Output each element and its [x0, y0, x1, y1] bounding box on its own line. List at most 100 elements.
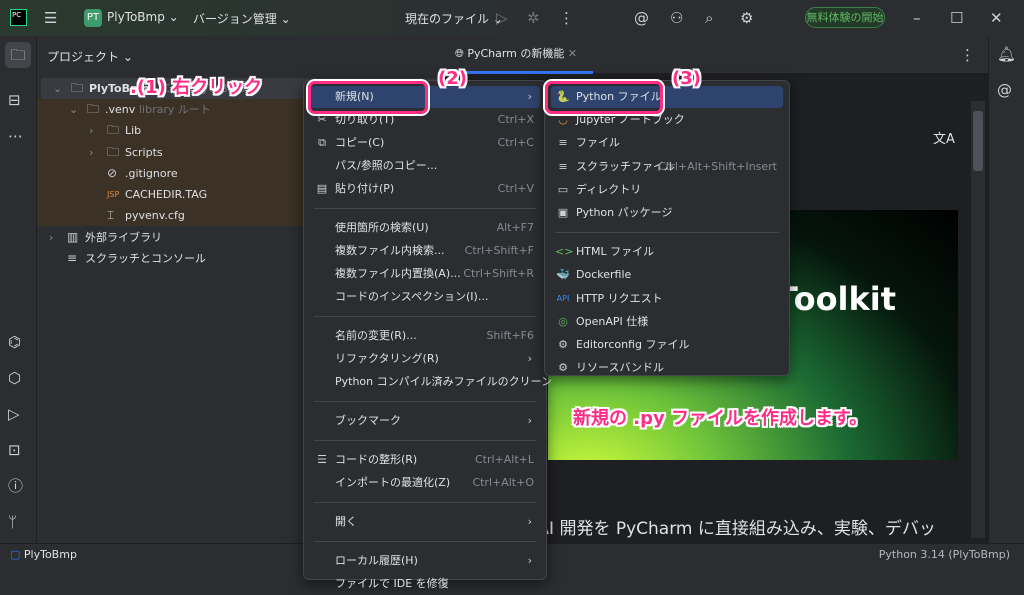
menu-item[interactable]: 開く ›: [310, 511, 540, 533]
menu-item[interactable]: コードのインスペクション(I)...: [310, 286, 540, 308]
folder-icon: 🗀: [87, 102, 100, 116]
more-icon[interactable]: ⋮: [559, 8, 574, 28]
menu-item-label: Python コンパイル済みファイルのクリーン: [335, 375, 553, 388]
packages-icon[interactable]: ⬡: [8, 368, 21, 388]
menu-item[interactable]: ▤ 貼り付け(P) Ctrl+V: [310, 178, 540, 200]
minimize-icon[interactable]: –: [913, 8, 921, 28]
right-tool-strip: 🔔︎ @: [988, 36, 1024, 543]
menu-item[interactable]: リファクタリング(R) ›: [310, 348, 540, 370]
menu-item[interactable]: ファイルで IDE を修復: [310, 573, 540, 595]
menu-item-label: HTTP リクエスト: [576, 291, 663, 305]
project-folder-icon[interactable]: 🗀: [5, 42, 31, 68]
main-menu-icon[interactable]: ☰: [44, 8, 57, 28]
menu-item-label: ファイル: [576, 136, 620, 150]
status-project[interactable]: ▢ PlyToBmp: [10, 548, 77, 561]
python-console-icon[interactable]: ⌬: [8, 332, 21, 352]
menu-item[interactable]: ⧉ コピー(C) Ctrl+C: [310, 132, 540, 154]
menu-item[interactable]: 使用箇所の検索(U) Alt+F7: [310, 217, 540, 239]
menu-item[interactable]: Python コンパイル済みファイルのクリーン: [310, 371, 552, 393]
menu-item[interactable]: <> HTML ファイル: [551, 241, 783, 263]
editor-body-text: は AI 開発を PyCharm に直接組み込み、実験、デバッ: [515, 519, 936, 539]
trial-button[interactable]: 無料体験の開始: [805, 7, 885, 28]
translate-icon[interactable]: 文A: [933, 128, 955, 147]
expander-icon[interactable]: ⌄: [53, 78, 62, 99]
expander-icon[interactable]: ⌄: [69, 99, 78, 120]
menu-item-shortcut: Ctrl+X: [497, 113, 534, 126]
vcs-selector[interactable]: バージョン管理 ⌄: [193, 10, 291, 27]
tree-item-label: Lib: [125, 124, 142, 137]
tree-item-label: CACHEDIR.TAG: [125, 188, 208, 201]
maximize-icon[interactable]: ☐: [950, 8, 963, 28]
menu-item-label: コードのインスペクション(I)...: [335, 290, 489, 303]
menu-item-label: 複数ファイル内検索...: [335, 244, 445, 257]
menu-item-label: インポートの最適化(Z): [335, 476, 451, 489]
ai-assistant-icon[interactable]: @: [634, 8, 649, 28]
notifications-icon[interactable]: 🔔︎: [997, 44, 1016, 64]
run-icon[interactable]: ▷: [496, 8, 508, 28]
menu-item[interactable]: ☰ コードの整形(R) Ctrl+Alt+L: [310, 449, 540, 471]
scrollbar[interactable]: [971, 101, 985, 538]
menu-item[interactable]: パス/参照のコピー...: [310, 155, 540, 177]
menu-item[interactable]: ▭ ディレクトリ: [551, 179, 783, 201]
services-icon[interactable]: ▷: [8, 404, 20, 424]
menu-item[interactable]: ブックマーク ›: [310, 410, 540, 432]
more-tools-icon[interactable]: ⋯: [8, 126, 23, 146]
menu-item-shortcut: Shift+F6: [486, 329, 534, 342]
menu-item-label: 貼り付け(P): [335, 182, 395, 195]
library-icon: ▥: [67, 230, 79, 244]
tree-item-label: Scripts: [125, 146, 163, 159]
ai-chat-icon[interactable]: @: [997, 80, 1012, 100]
terminal-icon[interactable]: ⊡: [8, 440, 21, 460]
menu-item-label: OpenAPI 仕様: [576, 314, 649, 328]
status-interpreter[interactable]: Python 3.14 (PlyToBmp): [879, 548, 1010, 561]
menu-item[interactable]: 複数ファイル内検索... Ctrl+Shift+F: [310, 240, 540, 262]
project-square-icon: ▢: [10, 548, 21, 561]
left-tool-strip: 🗀 ⊟ ⋯ ⌬ ⬡ ▷ ⊡ ⓘ ᛘ: [0, 36, 37, 543]
menu-item[interactable]: ローカル履歴(H) ›: [310, 550, 540, 572]
menu-item[interactable]: 名前の変更(R)... Shift+F6: [310, 325, 540, 347]
git-icon[interactable]: ᛘ: [8, 512, 17, 532]
menu-item[interactable]: 複数ファイル内置換(A)... Ctrl+Shift+R: [310, 263, 540, 285]
search-icon[interactable]: ⌕: [705, 8, 713, 28]
project-panel-title[interactable]: プロジェクト ⌄: [47, 48, 133, 65]
tab-more-icon[interactable]: ⋮: [960, 45, 975, 65]
expander-icon[interactable]: ›: [89, 120, 93, 141]
menu-item[interactable]: ⚙ リソースバンドル: [551, 357, 783, 379]
chevron-right-icon: ›: [527, 554, 532, 567]
menu-item[interactable]: ▣ Python パッケージ: [551, 202, 783, 224]
expander-icon[interactable]: ›: [89, 142, 93, 163]
menu-item-label: ディレクトリ: [576, 182, 642, 196]
add-user-icon[interactable]: ⚇: [670, 8, 683, 28]
menu-item[interactable]: インポートの最適化(Z) Ctrl+Alt+O: [310, 472, 540, 494]
project-selector[interactable]: PlyToBmp ⌄: [107, 10, 179, 24]
gear-icon[interactable]: ⚙: [740, 8, 753, 28]
chevron-right-icon: ›: [527, 414, 532, 427]
menu-item-icon: ▣: [557, 206, 569, 219]
structure-icon[interactable]: ⊟: [8, 90, 21, 110]
menu-separator: [314, 541, 536, 542]
menu-item[interactable]: ≡ スクラッチファイル Ctrl+Alt+Shift+Insert: [551, 156, 783, 178]
config-icon: ⌶: [107, 208, 115, 222]
menu-item[interactable]: 🐳 Dockerfile: [551, 264, 783, 286]
menu-separator: [314, 208, 536, 209]
menu-item[interactable]: ◎ OpenAPI 仕様: [551, 311, 783, 333]
menu-item[interactable]: ⚙ Editorconfig ファイル: [551, 334, 783, 356]
close-icon[interactable]: ✕: [990, 8, 1003, 28]
problems-icon[interactable]: ⓘ: [8, 476, 23, 496]
app-logo: PC: [10, 9, 27, 26]
menu-item-label: HTML ファイル: [576, 245, 655, 259]
tree-item-label: スクラッチとコンソール: [85, 252, 206, 265]
menu-item[interactable]: ≡ ファイル: [551, 132, 783, 154]
run-config-label: 現在のファイル: [405, 12, 490, 26]
menu-item-shortcut: Ctrl+Alt+L: [474, 453, 534, 466]
menu-item-label: パス/参照のコピー...: [335, 159, 438, 172]
debug-icon[interactable]: ✲: [527, 8, 540, 28]
ignore-icon: ⊘: [107, 166, 118, 180]
annotation-step3: (3): [672, 68, 701, 89]
menu-item-shortcut: Ctrl+Shift+R: [463, 267, 534, 280]
menu-item-icon: ⚙: [558, 361, 568, 375]
run-config-selector[interactable]: 現在のファイル ⌄: [405, 10, 503, 27]
menu-item[interactable]: API HTTP リクエスト: [551, 288, 783, 310]
tab-close-icon[interactable]: ✕: [568, 47, 577, 60]
expander-icon[interactable]: ›: [49, 227, 53, 248]
